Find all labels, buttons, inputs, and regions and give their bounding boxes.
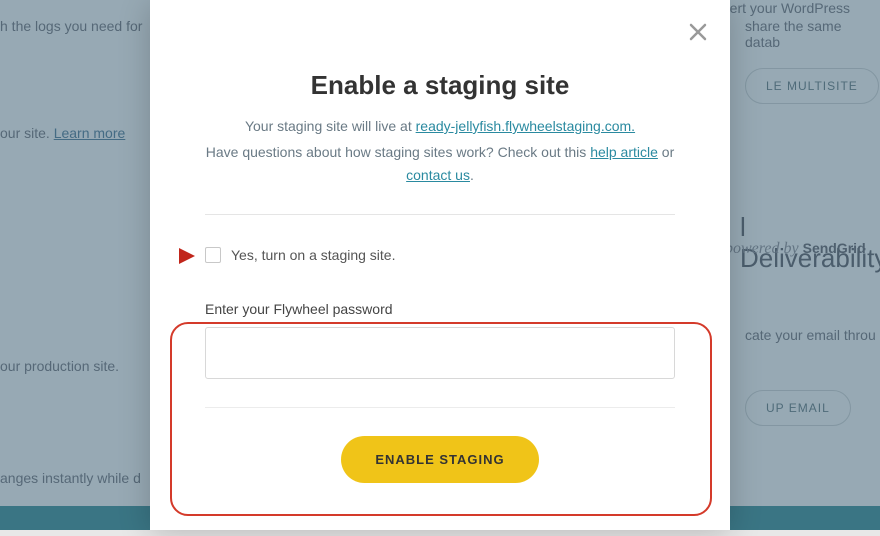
staging-checkbox[interactable] — [205, 247, 221, 263]
close-icon[interactable] — [688, 22, 708, 47]
staging-checkbox-row: Yes, turn on a staging site. — [205, 247, 675, 263]
divider-2 — [205, 407, 675, 408]
enable-staging-button[interactable]: ENABLE STAGING — [341, 436, 538, 483]
modal-subtext-2: Have questions about how staging sites w… — [205, 141, 675, 186]
modal-title: Enable a staging site — [205, 70, 675, 101]
password-label: Enter your Flywheel password — [205, 301, 675, 317]
enable-staging-modal: Enable a staging site Your staging site … — [150, 0, 730, 530]
staging-checkbox-label: Yes, turn on a staging site. — [231, 247, 395, 263]
pointer-arrow-icon — [175, 244, 199, 273]
help-article-link[interactable]: help article — [590, 144, 658, 160]
password-input[interactable] — [205, 327, 675, 379]
divider — [205, 214, 675, 215]
staging-url-link[interactable]: ready-jellyfish.flywheelstaging.com. — [416, 118, 635, 134]
contact-us-link[interactable]: contact us — [406, 167, 470, 183]
modal-subtext-1: Your staging site will live at ready-jel… — [205, 115, 675, 137]
